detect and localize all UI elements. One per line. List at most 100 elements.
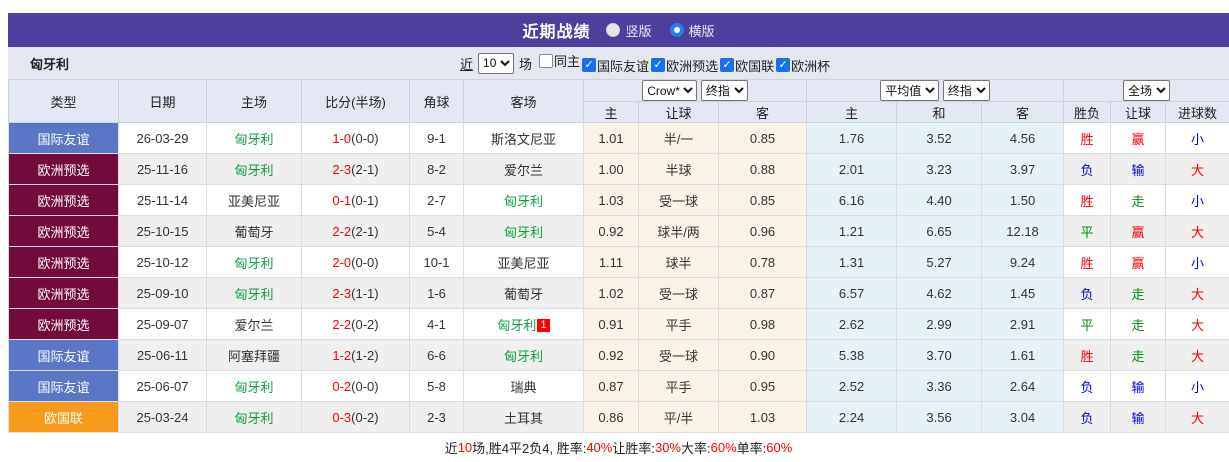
handicap-section-header: Crow* 终指 bbox=[584, 80, 807, 102]
score-cell: 2-0(0-0) bbox=[302, 247, 410, 278]
home-team: 匈牙利 bbox=[207, 278, 302, 309]
checkbox-label: 同主 bbox=[554, 51, 580, 70]
col-away: 客场 bbox=[464, 80, 584, 123]
hdp-line: 受一球 bbox=[639, 278, 719, 309]
checkbox-icon[interactable]: ✓ bbox=[720, 58, 734, 72]
home-team: 匈牙利 bbox=[207, 123, 302, 154]
recent-results-table: 类型 日期 主场 比分(半场) 角球 客场 Crow* 终指 平均值 终指 全场… bbox=[8, 79, 1229, 433]
title-bar: 近期战绩 竖版横版 bbox=[8, 13, 1229, 47]
halftime-score: (1-2) bbox=[351, 348, 378, 363]
hdp-home-odds: 0.91 bbox=[584, 309, 639, 340]
hdp-line: 平手 bbox=[639, 309, 719, 340]
layout-radio-item: 竖版 bbox=[606, 21, 651, 40]
halftime-score: (0-0) bbox=[351, 255, 378, 270]
result-handicap: 赢 bbox=[1111, 216, 1166, 247]
radio-icon[interactable] bbox=[670, 23, 684, 37]
fulltime-score: 0-1 bbox=[332, 193, 351, 208]
score-cell: 2-3(2-1) bbox=[302, 154, 410, 185]
filter-checkbox-item: 同主 bbox=[539, 51, 580, 70]
away-team-name: 爱尔兰 bbox=[504, 163, 543, 178]
recent-link[interactable]: 近 bbox=[460, 54, 473, 73]
avg-draw-odds: 3.56 bbox=[897, 402, 982, 433]
fulltime-score: 2-3 bbox=[332, 286, 351, 301]
away-team: 葡萄牙 bbox=[464, 278, 584, 309]
fulltime-score: 1-2 bbox=[332, 348, 351, 363]
fulltime-score: 2-0 bbox=[332, 255, 351, 270]
result-goals: 小 bbox=[1166, 123, 1229, 154]
score-cell: 2-2(2-1) bbox=[302, 216, 410, 247]
table-row: 欧洲预选25-10-15葡萄牙2-2(2-1)5-4匈牙利0.92球半/两0.9… bbox=[9, 216, 1229, 247]
avg-draw-odds: 3.70 bbox=[897, 340, 982, 371]
result-goals: 小 bbox=[1166, 185, 1229, 216]
col-hdp-line: 让球 bbox=[639, 102, 719, 123]
halftime-score: (0-2) bbox=[351, 317, 378, 332]
checkbox-icon[interactable] bbox=[539, 54, 553, 68]
type-cell: 国际友谊 bbox=[9, 123, 119, 154]
hdp-away-odds: 0.78 bbox=[719, 247, 807, 278]
result-handicap: 赢 bbox=[1111, 123, 1166, 154]
halftime-score: (2-1) bbox=[351, 162, 378, 177]
top-spacer bbox=[0, 0, 1229, 13]
score-cell: 0-3(0-2) bbox=[302, 402, 410, 433]
hdp-away-odds: 1.03 bbox=[719, 402, 807, 433]
checkbox-icon[interactable]: ✓ bbox=[776, 58, 790, 72]
result-section-header: 全场 bbox=[1064, 80, 1229, 102]
avg-time-select[interactable]: 终指 bbox=[943, 80, 990, 101]
avg-source-select[interactable]: 平均值 bbox=[880, 80, 939, 101]
score-cell: 1-0(0-0) bbox=[302, 123, 410, 154]
hdp-home-odds: 1.11 bbox=[584, 247, 639, 278]
avg-home-odds: 6.57 bbox=[807, 278, 897, 309]
scope-select[interactable]: 全场 bbox=[1123, 80, 1170, 101]
away-team: 斯洛文尼亚 bbox=[464, 123, 584, 154]
avg-away-odds: 12.18 bbox=[982, 216, 1064, 247]
hdp-home-odds: 1.03 bbox=[584, 185, 639, 216]
result-wdl: 负 bbox=[1064, 154, 1111, 185]
home-team: 匈牙利 bbox=[207, 371, 302, 402]
home-team: 葡萄牙 bbox=[207, 216, 302, 247]
result-wdl: 胜 bbox=[1064, 123, 1111, 154]
radio-label: 竖版 bbox=[625, 21, 651, 40]
date-cell: 25-11-14 bbox=[119, 185, 207, 216]
avg-draw-odds: 5.27 bbox=[897, 247, 982, 278]
hdp-away-odds: 0.88 bbox=[719, 154, 807, 185]
hdp-line: 平/半 bbox=[639, 402, 719, 433]
date-cell: 25-10-12 bbox=[119, 247, 207, 278]
result-goals: 大 bbox=[1166, 216, 1229, 247]
filter-checkbox-item: ✓欧洲杯 bbox=[776, 56, 830, 75]
corners-cell: 5-8 bbox=[410, 371, 464, 402]
type-cell: 国际友谊 bbox=[9, 371, 119, 402]
hdp-away-odds: 0.87 bbox=[719, 278, 807, 309]
radio-icon[interactable] bbox=[606, 23, 620, 37]
corners-cell: 6-6 bbox=[410, 340, 464, 371]
radio-label: 横版 bbox=[689, 21, 715, 40]
fulltime-score: 0-3 bbox=[332, 410, 351, 425]
result-wdl: 胜 bbox=[1064, 340, 1111, 371]
date-cell: 26-03-29 bbox=[119, 123, 207, 154]
odds-company-select[interactable]: Crow* bbox=[642, 80, 697, 101]
fulltime-score: 0-2 bbox=[332, 379, 351, 394]
hdp-away-odds: 0.85 bbox=[719, 123, 807, 154]
checkbox-icon[interactable]: ✓ bbox=[651, 58, 665, 72]
avg-away-odds: 2.64 bbox=[982, 371, 1064, 402]
type-cell: 欧洲预选 bbox=[9, 185, 119, 216]
summary-segment: 60% bbox=[766, 440, 792, 455]
result-wdl: 负 bbox=[1064, 402, 1111, 433]
layout-radio-item: 横版 bbox=[670, 21, 715, 40]
hdp-home-odds: 1.00 bbox=[584, 154, 639, 185]
col-avg-home: 主 bbox=[807, 102, 897, 123]
match-count-select[interactable]: 10 bbox=[478, 53, 514, 74]
summary-segment: 让胜率: bbox=[612, 438, 655, 457]
checkbox-icon[interactable]: ✓ bbox=[582, 58, 596, 72]
col-avg-away: 客 bbox=[982, 102, 1064, 123]
score-cell: 2-2(0-2) bbox=[302, 309, 410, 340]
summary-segment: 10 bbox=[458, 440, 472, 455]
type-cell: 国际友谊 bbox=[9, 340, 119, 371]
odds-time-select[interactable]: 终指 bbox=[701, 80, 748, 101]
filters: 近 10 场 同主✓国际友谊✓欧洲预选✓欧国联✓欧洲杯 bbox=[460, 51, 830, 75]
col-avg-draw: 和 bbox=[897, 102, 982, 123]
col-corners: 角球 bbox=[410, 80, 464, 123]
red-card-badge: 1 bbox=[537, 319, 549, 332]
avg-away-odds: 3.04 bbox=[982, 402, 1064, 433]
table-header: 类型 日期 主场 比分(半场) 角球 客场 Crow* 终指 平均值 终指 全场… bbox=[9, 80, 1229, 123]
away-team-name: 斯洛文尼亚 bbox=[491, 132, 556, 147]
